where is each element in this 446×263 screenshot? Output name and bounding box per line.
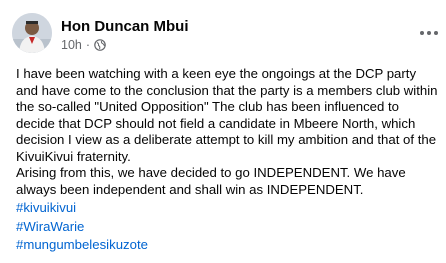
hashtag-link[interactable]: #WiraWarie (16, 219, 440, 236)
post-timestamp[interactable]: 10h (61, 38, 82, 52)
more-dots-icon (420, 31, 438, 35)
author-name[interactable]: Hon Duncan Mbui (61, 18, 189, 35)
post-meta: 10h · (61, 38, 106, 52)
post-paragraph: Arising from this, we have decided to go… (16, 165, 406, 197)
meta-separator: · (85, 38, 91, 52)
hashtag-link[interactable]: #kivuikivui (16, 200, 440, 217)
post-text: I have been watching with a keen eye the… (16, 66, 440, 254)
facebook-post: Hon Duncan Mbui 10h · I have been watchi… (0, 0, 446, 263)
post-paragraph: I have been watching with a keen eye the… (16, 66, 438, 164)
more-options-button[interactable] (416, 20, 442, 46)
avatar[interactable] (12, 13, 52, 53)
globe-icon[interactable] (94, 39, 106, 51)
hashtag-link[interactable]: #mungumbelesikuzote (16, 237, 440, 254)
profile-photo (12, 13, 52, 53)
